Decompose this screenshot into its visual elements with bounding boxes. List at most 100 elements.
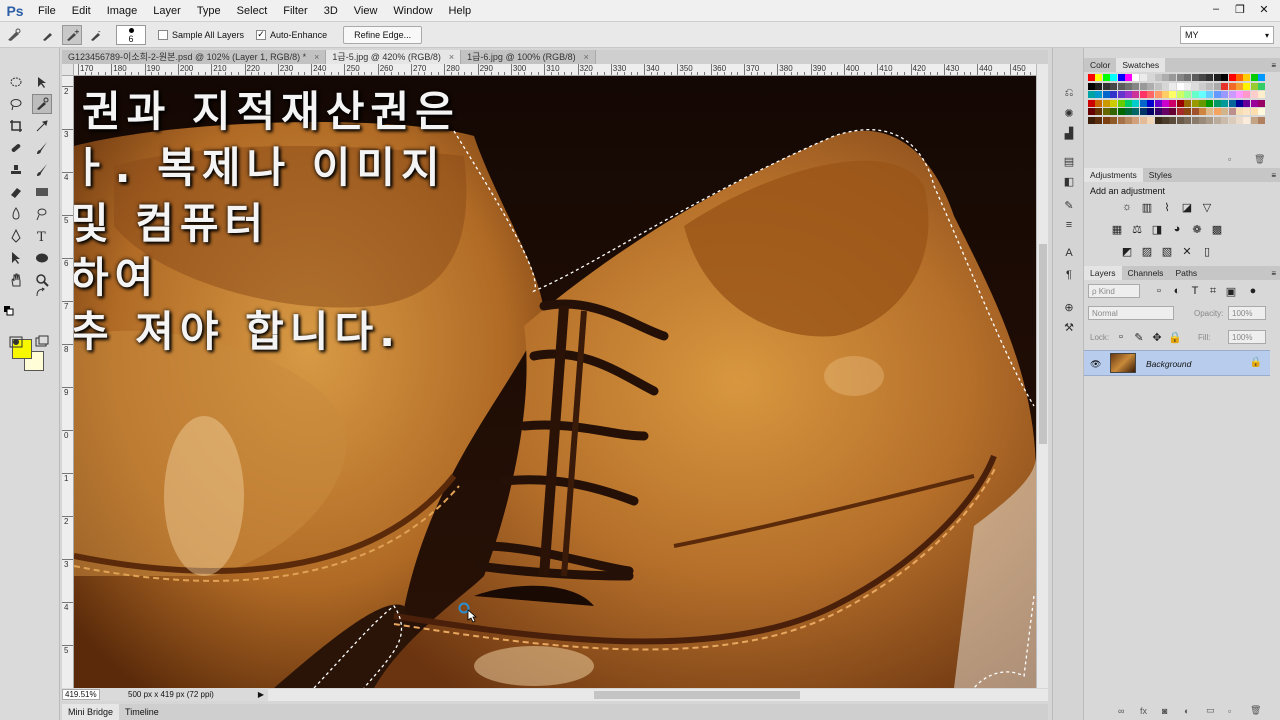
lock-all-icon[interactable]: 🔒 [1168, 330, 1182, 344]
delete-swatch-icon[interactable]: 🗑 [1254, 154, 1265, 165]
swatch-color[interactable] [1206, 82, 1214, 90]
filter-smart-object-icon[interactable]: ▣ [1224, 284, 1238, 298]
ruler-origin[interactable] [62, 64, 74, 76]
swatch-color[interactable] [1191, 82, 1199, 90]
info-panel-icon[interactable]: ◧ [1059, 172, 1079, 190]
tab-paths[interactable]: Paths [1169, 266, 1203, 280]
swatch-color[interactable] [1169, 116, 1177, 124]
hand-tool-icon[interactable] [6, 270, 26, 290]
swatch-color[interactable] [1250, 116, 1258, 124]
swatch-color[interactable] [1102, 74, 1110, 81]
tool-presets-icon[interactable]: ⚒ [1059, 318, 1079, 336]
swatch-color[interactable] [1117, 91, 1125, 98]
swatch-color[interactable] [1243, 74, 1251, 81]
swatch-color[interactable] [1236, 91, 1243, 98]
tab-adjustments[interactable]: Adjustments [1084, 168, 1143, 182]
layer-style-icon[interactable]: fx [1140, 706, 1147, 716]
swatch-color[interactable] [1206, 108, 1214, 115]
filter-type-icon[interactable]: T [1188, 284, 1202, 298]
swatch-color[interactable] [1176, 74, 1184, 81]
swatch-color[interactable] [1176, 116, 1184, 124]
swatch-color[interactable] [1088, 74, 1095, 81]
swatch-color[interactable] [1125, 74, 1132, 81]
swatch-color[interactable] [1162, 82, 1169, 90]
blend-mode-select[interactable]: Normal [1088, 306, 1174, 320]
new-layer-icon[interactable]: ▫ [1228, 706, 1231, 716]
swatch-color[interactable] [1221, 108, 1229, 115]
swatch-color[interactable] [1154, 91, 1162, 98]
move-tool-icon[interactable] [32, 72, 52, 92]
swatch-color[interactable] [1125, 82, 1132, 90]
swatch-color[interactable] [1117, 82, 1125, 90]
swatch-color[interactable] [1221, 82, 1229, 90]
horizontal-ruler[interactable]: 170 180 190 200 210 220 230 240 250 260 270 280 290 3… [74, 64, 1036, 76]
swatch-color[interactable] [1095, 91, 1103, 98]
swatch-color[interactable] [1258, 116, 1266, 124]
zoom-level-field[interactable]: 419.51% [62, 689, 100, 700]
swatch-color[interactable] [1250, 99, 1258, 107]
swatch-color[interactable] [1258, 91, 1266, 98]
swatch-color[interactable] [1169, 74, 1177, 81]
histogram-panel-icon[interactable]: ▟ [1059, 124, 1079, 142]
swatch-color[interactable] [1184, 99, 1192, 107]
swatch-color[interactable] [1250, 82, 1258, 90]
character-panel-icon[interactable]: A [1059, 244, 1079, 262]
menu-filter[interactable]: Filter [275, 0, 315, 22]
swatch-color[interactable] [1250, 74, 1258, 81]
swatch-color[interactable] [1206, 99, 1214, 107]
doc-tab-psd[interactable]: G123456789-이소희-2-원본.psd @ 102% (Layer 1,… [62, 50, 327, 64]
swatch-color[interactable] [1213, 91, 1221, 98]
threshold-icon[interactable]: ▧ [1160, 244, 1174, 258]
swatch-color[interactable] [1206, 91, 1214, 98]
doc-tab-jpg[interactable]: 1급-6.jpg @ 100% (RGB/8) × [461, 50, 596, 64]
swatch-color[interactable] [1184, 82, 1192, 90]
swatch-color[interactable] [1147, 99, 1155, 107]
swatch-color[interactable] [1221, 74, 1229, 81]
swatch-color[interactable] [1243, 99, 1251, 107]
gradient-map-icon[interactable]: ▯ [1200, 244, 1214, 258]
swatch-color[interactable] [1147, 116, 1155, 124]
swatch-color[interactable] [1213, 99, 1221, 107]
path-selection-tool-icon[interactable] [6, 248, 26, 268]
doc-tab-active[interactable]: 1급-5.jpg @ 420% (RGB/8) × [326, 50, 462, 64]
add-mask-icon[interactable]: ◙ [1162, 706, 1167, 716]
swatch-color[interactable] [1102, 99, 1110, 107]
new-group-icon[interactable]: ▭ [1206, 705, 1215, 716]
swatch-color[interactable] [1088, 108, 1095, 115]
swatch-color[interactable] [1176, 108, 1184, 115]
swatch-color[interactable] [1095, 108, 1103, 115]
swatch-color[interactable] [1243, 116, 1251, 124]
swatch-color[interactable] [1258, 74, 1266, 81]
swatch-color[interactable] [1176, 99, 1184, 107]
blur-tool-icon[interactable] [6, 204, 26, 224]
close-button[interactable]: ✕ [1252, 0, 1276, 18]
swatch-color[interactable] [1154, 108, 1162, 115]
refine-edge-button[interactable]: Refine Edge... [343, 25, 423, 44]
add-to-selection-icon[interactable]: + [62, 24, 82, 45]
swatch-color[interactable] [1147, 82, 1155, 90]
swatch-color[interactable] [1088, 99, 1095, 107]
black-white-icon[interactable]: ◨ [1150, 222, 1164, 236]
eyedropper-tool-icon[interactable] [32, 116, 52, 136]
panel-menu-icon[interactable]: ≡ [1271, 269, 1276, 278]
swatch-color[interactable] [1199, 116, 1206, 124]
swatch-color[interactable] [1191, 99, 1199, 107]
swatch-color[interactable] [1258, 99, 1266, 107]
opacity-field[interactable]: 100% [1228, 306, 1266, 320]
new-selection-icon[interactable] [38, 25, 58, 45]
close-tab-icon[interactable]: × [449, 50, 454, 64]
auto-enhance-checkbox[interactable]: ✓ [256, 29, 267, 40]
swatch-color[interactable] [1110, 91, 1118, 98]
curves-icon[interactable]: ⌇ [1160, 200, 1174, 214]
hue-saturation-icon[interactable]: ▦ [1110, 222, 1124, 236]
vertical-scroll-thumb[interactable] [1039, 244, 1047, 444]
vibrance-icon[interactable]: ▽ [1200, 200, 1214, 214]
swatch-color[interactable] [1228, 91, 1236, 98]
panel-menu-icon[interactable]: ≡ [1271, 61, 1276, 70]
swatch-color[interactable] [1088, 116, 1095, 124]
swatch-color[interactable] [1110, 74, 1118, 81]
swatch-color[interactable] [1221, 116, 1229, 124]
image-canvas[interactable]: 권과 지적재산권은 ㅏ. 복제나 이미지 및 컴퓨터 하여 추 져야 합니다. [74, 76, 1036, 688]
close-tab-icon[interactable]: × [314, 50, 319, 64]
fill-field[interactable]: 100% [1228, 330, 1266, 344]
